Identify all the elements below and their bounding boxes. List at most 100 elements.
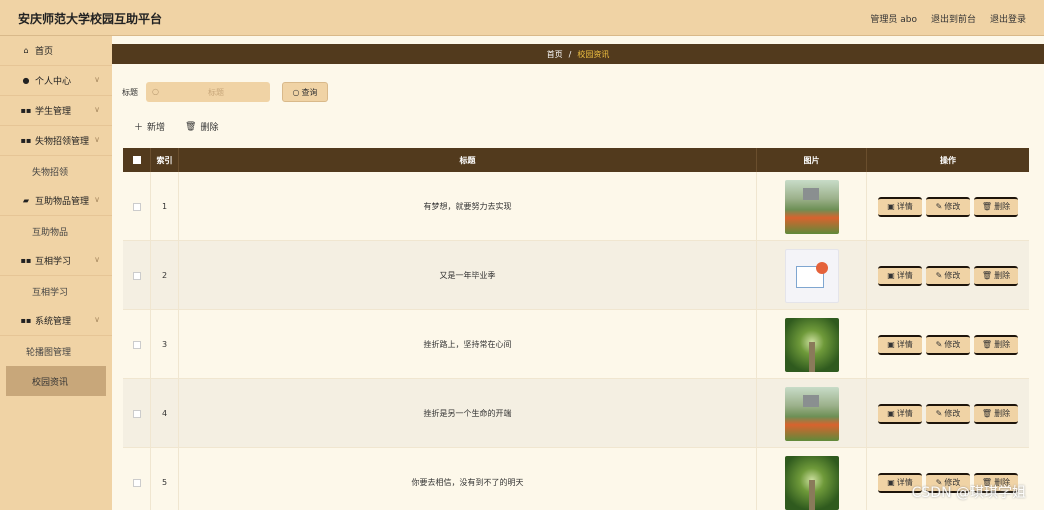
plus-icon: ＋	[134, 123, 144, 133]
sidebar-item[interactable]: ● 个人中心 ∨	[0, 66, 112, 96]
sidebar-subitem-label: 互助物品	[32, 227, 69, 238]
user-icon: ●	[22, 76, 30, 85]
row-checkbox[interactable]	[132, 478, 141, 487]
search-icon: ○	[152, 87, 159, 96]
search-icon: ○	[292, 87, 300, 97]
edit-button-label: 修改	[944, 409, 961, 418]
select-all-checkbox[interactable]	[132, 156, 141, 164]
delete-button[interactable]: 🗑 删除	[974, 334, 1018, 355]
row-select-cell	[123, 448, 151, 510]
row-checkbox[interactable]	[132, 271, 141, 280]
news-thumbnail[interactable]	[784, 248, 839, 303]
edit-button[interactable]: ✎ 修改	[926, 334, 970, 355]
search-button-label: 查询	[301, 87, 318, 97]
delete-button[interactable]: 🗑 删除	[974, 403, 1018, 424]
table-row: 1 有梦想，就要努力去实现 ▣ 详情 ✎ 修改 🗑 删除	[123, 172, 1029, 241]
chevron-down-icon: ∨	[94, 315, 100, 324]
sidebar-item-label: 互助物品管理	[35, 197, 90, 207]
chevron-down-icon: ∨	[94, 195, 100, 204]
row-actions: ▣ 详情 ✎ 修改 🗑 删除	[867, 379, 1029, 448]
action-row: ＋ 新增 🗑 删除	[134, 120, 218, 134]
title-search-input[interactable]: ○ 标题	[146, 82, 270, 102]
row-title: 你要去相信，没有到不了的明天	[179, 448, 757, 510]
detail-button-label: 详情	[896, 340, 913, 349]
row-image-cell	[757, 310, 867, 379]
delete-button[interactable]: 🗑 删除	[974, 265, 1018, 286]
delete-button-label: 删除	[994, 340, 1011, 349]
add-button[interactable]: ＋ 新增	[134, 120, 165, 133]
select-all-cell	[123, 148, 151, 172]
row-select-cell	[123, 241, 151, 310]
row-image-cell	[757, 241, 867, 310]
delete-button[interactable]: 🗑 删除	[974, 196, 1018, 217]
news-thumbnail[interactable]	[784, 455, 839, 510]
document-icon: ▣	[887, 202, 895, 211]
pencil-icon: ✎	[935, 271, 943, 280]
sidebar-subitem-label: 轮播图管理	[26, 347, 72, 358]
search-button[interactable]: ○ 查询	[282, 82, 328, 102]
back-to-front-link[interactable]: 退出到前台	[931, 12, 976, 25]
row-checkbox[interactable]	[132, 409, 141, 418]
trash-icon: 🗑	[981, 340, 993, 349]
breadcrumb-home[interactable]: 首页	[547, 49, 563, 60]
detail-button-label: 详情	[896, 478, 913, 487]
row-actions: ▣ 详情 ✎ 修改 🗑 删除	[867, 172, 1029, 241]
news-thumbnail[interactable]	[784, 317, 839, 372]
sidebar-subitem[interactable]: 互相学习	[0, 276, 112, 306]
pencil-icon: ✎	[935, 409, 943, 418]
row-actions: ▣ 详情 ✎ 修改 🗑 删除	[867, 310, 1029, 379]
logout-link[interactable]: 退出登录	[990, 12, 1026, 25]
edit-button[interactable]: ✎ 修改	[926, 265, 970, 286]
sidebar-subitem[interactable]: 失物招领	[0, 156, 112, 186]
table-row: 3 挫折路上，坚持常在心间 ▣ 详情 ✎ 修改 🗑 删除	[123, 310, 1029, 379]
sidebar-item[interactable]: ⌂ 首页	[0, 36, 112, 66]
detail-button[interactable]: ▣ 详情	[878, 334, 922, 355]
breadcrumb-current: 校园资讯	[577, 49, 610, 59]
bulk-delete-button[interactable]: 🗑 删除	[185, 120, 218, 134]
sidebar-item[interactable]: ▰ 互助物品管理 ∨	[0, 186, 112, 216]
table-row: 2 又是一年毕业季 ▣ 详情 ✎ 修改 🗑 删除	[123, 241, 1029, 310]
sidebar-item[interactable]: ▪▪ 学生管理 ∨	[0, 96, 112, 126]
sidebar-subitem[interactable]: 互助物品	[0, 216, 112, 246]
sidebar-item[interactable]: ▪▪ 失物招领管理 ∨	[0, 126, 112, 156]
detail-button[interactable]: ▣ 详情	[878, 403, 922, 424]
detail-button[interactable]: ▣ 详情	[878, 265, 922, 286]
row-index: 1	[151, 172, 179, 241]
detail-button-label: 详情	[896, 409, 913, 418]
sidebar-item-label: 个人中心	[35, 77, 72, 87]
sidebar-item[interactable]: ▪▪ 系统管理 ∨	[0, 306, 112, 336]
detail-button[interactable]: ▣ 详情	[878, 196, 922, 217]
edit-button-label: 修改	[944, 271, 961, 280]
row-checkbox[interactable]	[132, 340, 141, 349]
edit-button[interactable]: ✎ 修改	[926, 196, 970, 217]
detail-button-label: 详情	[896, 202, 913, 211]
sidebar: ⌂ 首页 ● 个人中心 ∨ ▪▪ 学生管理 ∨ ▪▪ 失物招领管理 ∨ 失物招领 ▰ 互助物品管理 ∨ 互助物…	[0, 36, 112, 510]
sidebar-subitem-label: 校园资讯	[32, 377, 69, 388]
pencil-icon: ✎	[935, 202, 943, 211]
row-image-cell	[757, 172, 867, 241]
sidebar-item[interactable]: ▪▪ 互相学习 ∨	[0, 246, 112, 276]
edit-button-label: 修改	[944, 340, 961, 349]
sidebar-subitem[interactable]: 校园资讯	[6, 366, 106, 396]
row-select-cell	[123, 379, 151, 448]
add-button-label: 新增	[147, 123, 166, 133]
row-index: 4	[151, 379, 179, 448]
row-checkbox[interactable]	[132, 202, 141, 211]
row-actions: ▣ 详情 ✎ 修改 🗑 删除	[867, 241, 1029, 310]
top-bar: 安庆师范大学校园互助平台 管理员 abo 退出到前台 退出登录	[0, 0, 1044, 36]
sidebar-subitem[interactable]: 轮播图管理	[0, 336, 112, 366]
row-title: 挫折路上，坚持常在心间	[179, 310, 757, 379]
main-content: 首页 / 校园资讯 标题 ○ 标题 ○ 查询 ＋ 新增 🗑 删除 索引 标题 图…	[112, 36, 1044, 510]
row-select-cell	[123, 310, 151, 379]
news-thumbnail[interactable]	[784, 179, 839, 234]
grid-icon: ▪▪	[20, 256, 32, 265]
edit-button[interactable]: ✎ 修改	[926, 403, 970, 424]
news-thumbnail[interactable]	[784, 386, 839, 441]
grid-icon: ▪▪	[20, 106, 32, 115]
table-row: 5 你要去相信，没有到不了的明天 ▣ 详情 ✎ 修改 🗑 删除	[123, 448, 1029, 510]
delete-button-label: 删除	[994, 271, 1011, 280]
search-row: 标题 ○ 标题 ○ 查询	[122, 82, 328, 102]
row-title: 又是一年毕业季	[179, 241, 757, 310]
column-header-actions: 操作	[940, 155, 956, 165]
document-icon: ▣	[887, 478, 895, 487]
